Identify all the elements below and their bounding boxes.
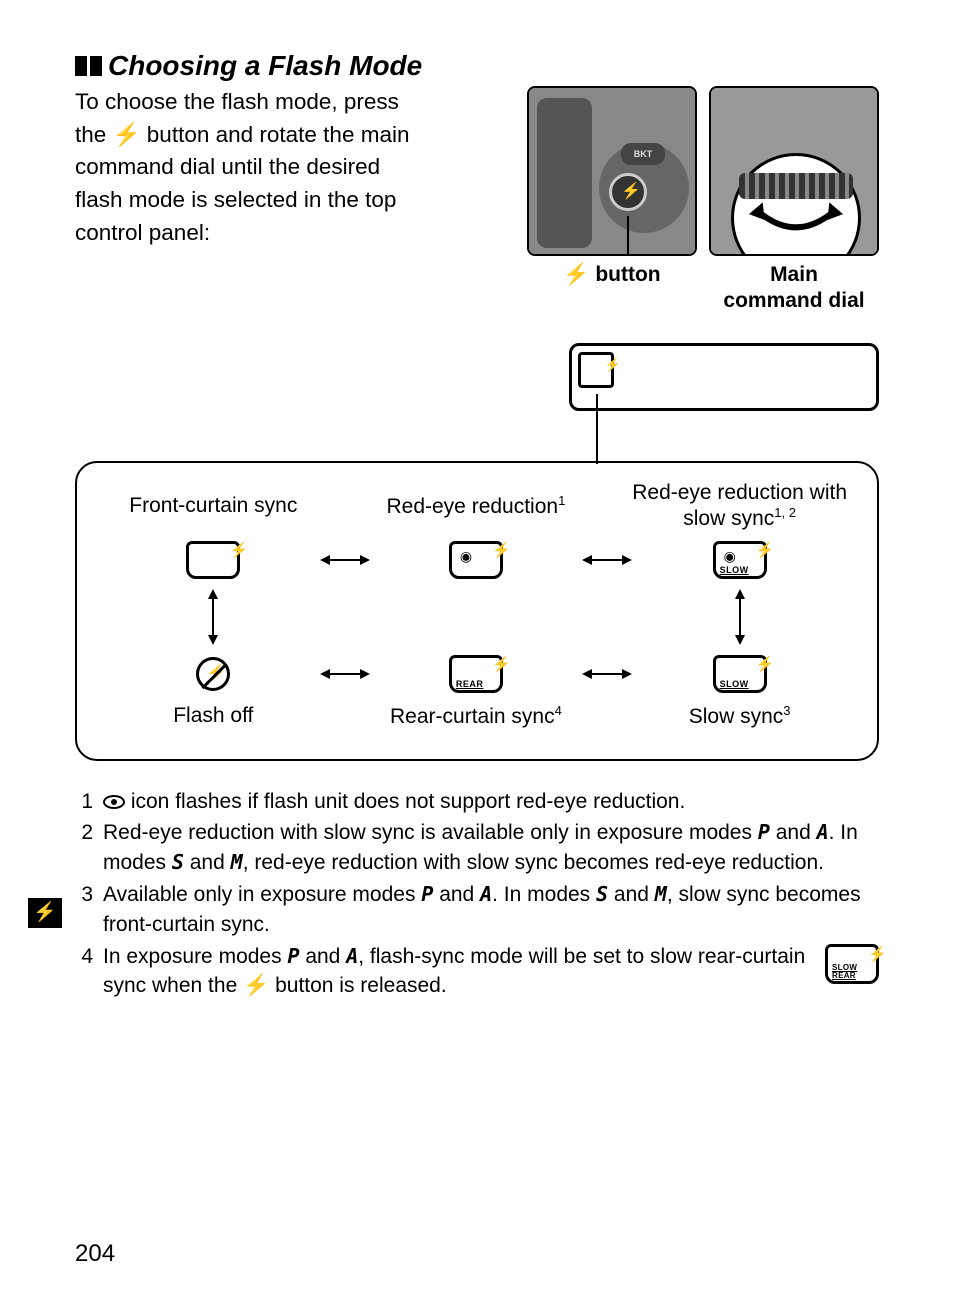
side-tab-flash-icon: ⚡ xyxy=(28,898,62,928)
flash-icon: ⚡ xyxy=(113,122,141,147)
double-arrow-icon xyxy=(320,552,370,568)
double-arrow-vertical-icon xyxy=(732,589,748,645)
icon-redeye: ◉⚡ xyxy=(449,541,503,579)
page-number: 204 xyxy=(75,1240,115,1268)
intro-paragraph: To choose the flash mode, press the ⚡ bu… xyxy=(75,86,507,315)
top-lcd-illustration xyxy=(569,343,879,411)
heading-bullet-icon xyxy=(75,56,102,76)
icon-slow-sync: ⚡SLOW xyxy=(713,655,767,693)
double-arrow-icon xyxy=(582,552,632,568)
figure-flash-button: BKT xyxy=(527,86,697,256)
footnotes: 1 icon flashes if flash unit does not su… xyxy=(75,787,879,1002)
footnote-number: 1 xyxy=(75,787,93,817)
label-slow-sync: Slow sync3 xyxy=(689,703,791,729)
section-heading: Choosing a Flash Mode xyxy=(75,50,879,82)
double-arrow-icon xyxy=(320,666,370,682)
icon-redeye-slow: ◉⚡SLOW xyxy=(713,541,767,579)
icon-front-curtain: ⚡ xyxy=(186,541,240,579)
icon-flash-off xyxy=(196,657,230,691)
label-flash-off: Flash off xyxy=(173,704,253,728)
label-rear-curtain: Rear-curtain sync4 xyxy=(390,703,562,729)
footnote-4: ⚡ SLOW REAR In exposure modes P and A, f… xyxy=(103,942,879,1002)
icon-slow-rear: ⚡ SLOW REAR xyxy=(825,944,879,984)
rotate-arrow-icon xyxy=(747,200,845,240)
label-front-curtain: Front-curtain sync xyxy=(129,494,297,518)
icon-rear-curtain: ⚡REAR xyxy=(449,655,503,693)
footnote-number: 4 xyxy=(75,942,93,1002)
figure1-caption: ⚡ button xyxy=(563,262,660,288)
footnote-number: 2 xyxy=(75,818,93,878)
figure-command-dial xyxy=(709,86,879,256)
eye-icon xyxy=(103,795,125,809)
camera-flash-button-icon xyxy=(609,173,647,211)
footnote-1: icon flashes if flash unit does not supp… xyxy=(103,787,879,817)
bkt-label: BKT xyxy=(621,143,665,165)
footnote-number: 3 xyxy=(75,880,93,940)
double-arrow-icon xyxy=(582,666,632,682)
heading-text: Choosing a Flash Mode xyxy=(108,50,422,82)
footnote-2: Red-eye reduction with slow sync is avai… xyxy=(103,818,879,878)
flash-mode-diagram: Front-curtain sync Red-eye reduction1 Re… xyxy=(75,461,879,761)
flash-icon: ⚡ xyxy=(563,263,589,286)
footnote-3: Available only in exposure modes P and A… xyxy=(103,880,879,940)
lcd-flash-indicator-icon xyxy=(578,352,614,388)
label-redeye: Red-eye reduction1 xyxy=(386,493,565,519)
figure2-caption: Maincommand dial xyxy=(723,262,864,315)
flash-icon: ⚡ xyxy=(243,974,269,997)
label-redeye-slow: Red-eye reduction withslow sync1, 2 xyxy=(632,481,847,531)
double-arrow-vertical-icon xyxy=(205,589,221,645)
